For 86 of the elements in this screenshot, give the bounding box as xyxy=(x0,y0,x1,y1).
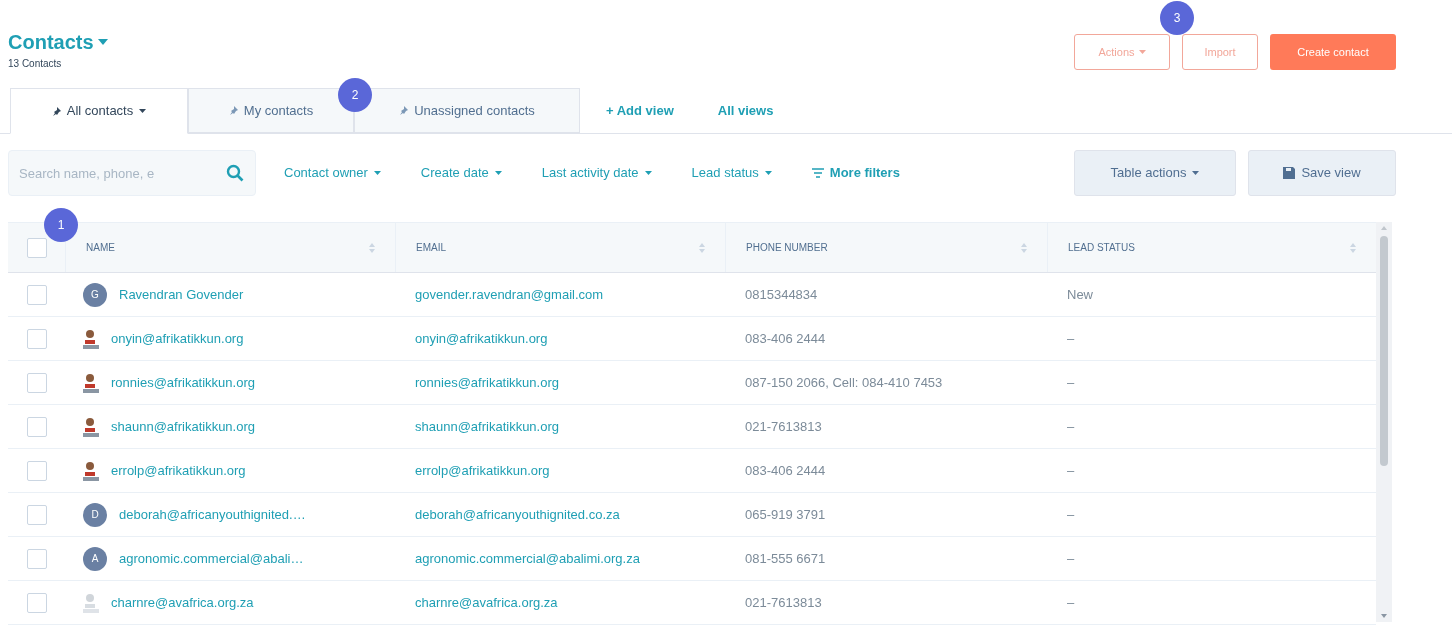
table-cell: 0815344834 xyxy=(745,286,818,302)
callout-badge: 2 xyxy=(338,78,372,112)
table-cell: 083-406 2444 xyxy=(745,330,826,346)
person-icon xyxy=(83,592,99,613)
save-view-button[interactable]: Save view xyxy=(1248,150,1396,196)
sort-icon xyxy=(1021,242,1027,253)
pin-icon xyxy=(51,106,61,116)
scroll-up-icon[interactable] xyxy=(1381,226,1387,230)
import-button[interactable]: Import xyxy=(1182,34,1258,70)
search-field[interactable]: Search name, phone, e xyxy=(8,150,256,196)
sort-icon xyxy=(699,242,705,253)
page-title[interactable]: Contacts xyxy=(8,30,94,54)
scrollbar[interactable] xyxy=(1376,222,1392,622)
callout-badge: 1 xyxy=(44,208,78,242)
table-cell: – xyxy=(1067,418,1075,434)
table-cell: 087-150 2066, Cell: 084-410 7453 xyxy=(745,374,943,390)
checkbox[interactable] xyxy=(26,548,47,569)
email-link[interactable]: charnre@avafrica.org.za xyxy=(415,594,558,610)
checkbox[interactable] xyxy=(26,237,47,258)
email-link[interactable]: ronnies@afrikatikkun.org xyxy=(415,374,559,390)
avatar: G xyxy=(83,282,107,307)
contact-name-link[interactable]: onyin@afrikatikkun.org xyxy=(111,328,244,349)
filter-dropdown[interactable]: Contact owner xyxy=(284,163,381,183)
checkbox[interactable] xyxy=(26,592,47,613)
contact-count: 13 Contacts xyxy=(8,57,63,71)
filter-dropdown[interactable]: Last activity date xyxy=(541,163,652,183)
contact-name-link[interactable]: errolp@afrikatikkun.org xyxy=(111,460,246,481)
callout-badge: 3 xyxy=(1160,1,1194,35)
person-icon xyxy=(83,416,99,437)
table-actions-button[interactable]: Table actions xyxy=(1074,150,1236,196)
checkbox[interactable] xyxy=(26,460,47,481)
email-link[interactable]: govender.ravendran@gmail.com xyxy=(415,286,604,302)
avatar: A xyxy=(83,546,107,571)
person-icon xyxy=(83,328,99,349)
view-link[interactable]: All views xyxy=(717,100,774,121)
scroll-down-icon[interactable] xyxy=(1381,614,1387,618)
column-header[interactable]: EMAIL xyxy=(395,223,725,272)
table-cell: – xyxy=(1067,462,1075,478)
avatar: D xyxy=(83,502,107,527)
caret-icon[interactable] xyxy=(1192,171,1200,175)
create-contact-button[interactable]: Create contact xyxy=(1270,34,1396,70)
column-header[interactable]: PHONE NUMBER xyxy=(725,223,1047,272)
caret-icon[interactable] xyxy=(139,109,147,113)
checkbox[interactable] xyxy=(26,416,47,437)
contact-name-link[interactable]: agronomic.commercial@abali… xyxy=(119,548,304,569)
table-cell: 083-406 2444 xyxy=(745,462,826,478)
search-icon[interactable] xyxy=(226,164,244,182)
contact-name-link[interactable]: deborah@africanyouthignited.… xyxy=(119,504,306,525)
email-link[interactable]: deborah@africanyouthignited.co.za xyxy=(415,506,620,522)
filter-dropdown[interactable]: Lead status xyxy=(691,163,772,183)
contact-name-link[interactable]: shaunn@afrikatikkun.org xyxy=(111,416,255,437)
pin-icon xyxy=(399,106,409,115)
table-cell: 081-555 6671 xyxy=(745,550,826,566)
actions-button[interactable]: Actions xyxy=(1074,34,1170,70)
view-link[interactable]: + Add view xyxy=(606,100,674,121)
email-link[interactable]: onyin@afrikatikkun.org xyxy=(415,330,548,346)
more-filters-button[interactable]: More filters xyxy=(811,163,900,183)
email-link[interactable]: shaunn@afrikatikkun.org xyxy=(415,418,559,434)
contact-name-link[interactable]: ronnies@afrikatikkun.org xyxy=(111,372,255,393)
table-cell: – xyxy=(1067,330,1075,346)
pin-icon xyxy=(228,106,238,115)
table-cell: – xyxy=(1067,506,1075,522)
person-icon xyxy=(83,460,99,481)
person-icon xyxy=(83,372,99,393)
view-tab[interactable]: All contacts xyxy=(10,88,188,134)
table-cell: 065-919 3791 xyxy=(745,506,826,522)
checkbox[interactable] xyxy=(26,372,47,393)
table-cell: 021-7613813 xyxy=(745,418,822,434)
checkbox[interactable] xyxy=(26,328,47,349)
scrollbar-thumb[interactable] xyxy=(1380,236,1388,466)
table-cell: 021-7613813 xyxy=(745,594,822,610)
checkbox[interactable] xyxy=(26,504,47,525)
table-cell: – xyxy=(1067,550,1075,566)
sort-icon xyxy=(369,242,375,253)
email-link[interactable]: errolp@afrikatikkun.org xyxy=(415,462,550,478)
table-cell: – xyxy=(1067,594,1075,610)
sort-icon xyxy=(1350,242,1356,253)
table-cell: New xyxy=(1067,286,1093,302)
email-link[interactable]: agronomic.commercial@abalimi.org.za xyxy=(415,550,640,566)
contact-name-link[interactable]: Ravendran Govender xyxy=(119,284,244,305)
table-cell: – xyxy=(1067,374,1075,390)
save-icon xyxy=(1283,167,1296,179)
checkbox[interactable] xyxy=(26,284,47,305)
filter-dropdown[interactable]: Create date xyxy=(420,163,502,183)
filter-icon xyxy=(811,168,824,178)
contact-name-link[interactable]: charnre@avafrica.org.za xyxy=(111,592,254,613)
